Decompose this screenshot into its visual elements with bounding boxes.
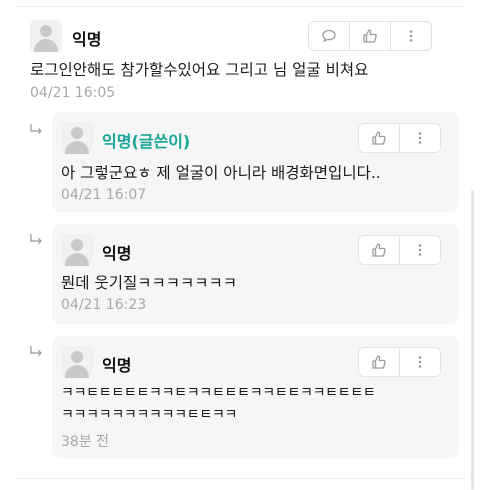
avatar bbox=[61, 234, 93, 266]
like-button[interactable] bbox=[359, 348, 400, 376]
like-button[interactable] bbox=[350, 22, 391, 50]
more-vertical-icon bbox=[418, 132, 422, 144]
speech-bubble-icon bbox=[322, 29, 336, 43]
more-button[interactable] bbox=[400, 124, 440, 152]
reply-arrow-icon bbox=[30, 234, 42, 244]
thumbs-up-icon bbox=[363, 29, 377, 43]
comment-actions bbox=[308, 21, 432, 51]
avatar bbox=[61, 346, 93, 378]
thumbs-up-icon bbox=[372, 355, 386, 369]
comment-text: 로그인안해도 참가할수있어요 그리고 님 얼굴 비쳐요 bbox=[30, 61, 369, 79]
more-button[interactable] bbox=[400, 236, 440, 264]
reply-author: 익명 bbox=[102, 356, 132, 375]
top-divider bbox=[14, 0, 466, 7]
reply: 익명 ㅋㅋㅌㅌㅌㅌㅌㅋㅋㅌㅋㅋㅌㅌㅌㅋㅋㅌㅌㅋㅋㅌㅌㅌㅌ ㅋㅋㅋㅋㅋㅋㅋㅋㅋㅋㅌ… bbox=[52, 336, 459, 458]
more-button[interactable] bbox=[400, 348, 440, 376]
thumbs-up-icon bbox=[372, 243, 386, 257]
scrollbar[interactable] bbox=[471, 190, 474, 490]
bottom-divider bbox=[14, 478, 466, 479]
reply-arrow-icon bbox=[30, 346, 42, 356]
reply-button[interactable] bbox=[309, 22, 350, 50]
reply: 익명(글쓴이) 아 그렇군요ㅎ 제 얼굴이 아니라 배경화면입니다.. 04/2… bbox=[52, 112, 459, 212]
reply-time: 04/21 16:23 bbox=[61, 297, 147, 313]
reply-actions bbox=[358, 235, 441, 265]
reply-text: 아 그렇군요ㅎ 제 얼굴이 아니라 배경화면입니다.. bbox=[61, 164, 381, 182]
avatar bbox=[30, 20, 62, 52]
reply-actions bbox=[358, 123, 441, 153]
reply-time: 38분 전 bbox=[61, 434, 110, 450]
reply-time: 04/21 16:07 bbox=[61, 187, 147, 203]
reply-author: 익명(글쓴이) bbox=[102, 132, 191, 151]
avatar bbox=[61, 122, 93, 154]
reply-text: 뭔데 웃기질ㅋㅋㅋㅋㅋㅋㅋ bbox=[61, 274, 238, 292]
reply-actions bbox=[358, 347, 441, 377]
more-vertical-icon bbox=[418, 356, 422, 368]
reply-author: 익명 bbox=[102, 244, 132, 263]
like-button[interactable] bbox=[359, 124, 400, 152]
reply-arrow-icon bbox=[30, 124, 42, 134]
more-vertical-icon bbox=[409, 30, 413, 42]
more-vertical-icon bbox=[418, 244, 422, 256]
comment-author: 익명 bbox=[72, 30, 102, 49]
comment-time: 04/21 16:05 bbox=[30, 85, 116, 101]
reply-text-line-2: ㅋㅋㅋㅋㅋㅋㅋㅋㅋㅋㅌㅌㅋㅋ bbox=[61, 407, 238, 423]
thumbs-up-icon bbox=[372, 131, 386, 145]
like-button[interactable] bbox=[359, 236, 400, 264]
reply-text-line-1: ㅋㅋㅌㅌㅌㅌㅌㅋㅋㅌㅋㅋㅌㅌㅌㅋㅋㅌㅌㅋㅋㅌㅌㅌㅌ bbox=[61, 385, 376, 401]
more-button[interactable] bbox=[391, 22, 431, 50]
reply: 익명 뭔데 웃기질ㅋㅋㅋㅋㅋㅋㅋ 04/21 16:23 bbox=[52, 224, 459, 324]
